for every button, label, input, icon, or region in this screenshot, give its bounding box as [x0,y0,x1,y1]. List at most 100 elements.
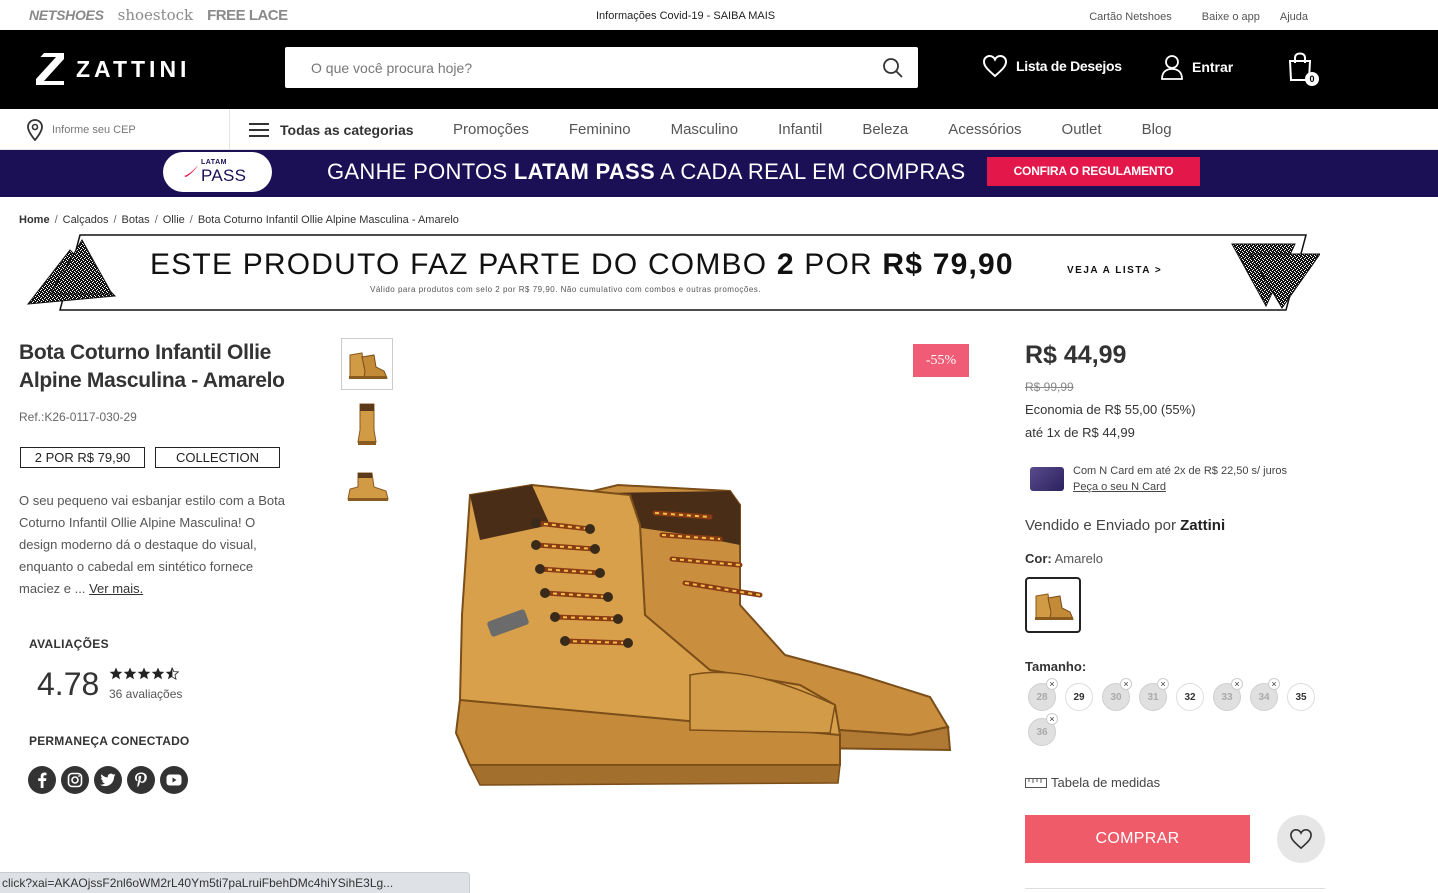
heart-icon [1290,829,1312,850]
size-option-28: 28 × [1028,678,1058,711]
nav-item-infantil[interactable]: Infantil [778,121,822,138]
brand-links: NETSHOES shoestock FREE LACE [29,6,288,24]
nav-item-promocoes[interactable]: Promoções [453,121,529,138]
pinterest-icon[interactable] [127,766,155,794]
breadcrumb-home[interactable]: Home [19,214,50,226]
product-ref: Ref.:K26-0117-030-29 [19,410,137,424]
star-icon [109,667,123,680]
size-option-label: 36 [1036,726,1048,738]
color-label-title: Cor: [1025,551,1052,566]
size-option-32[interactable]: 32 [1176,683,1204,711]
latam-logo-bottom: PASS [201,166,247,185]
combo-text-num: 2 [776,248,795,281]
size-chart-link[interactable]: Tabela de medidas [1025,775,1160,790]
main-header: ZATTINI Lista de Desejos Entrar 0 [0,30,1438,109]
size-chart-label: Tabela de medidas [1051,775,1161,790]
ncard-link[interactable]: Peça o seu N Card [1073,481,1166,493]
breadcrumb-current: Bota Coturno Infantil Ollie Alpine Mascu… [197,214,459,226]
breadcrumb-separator: / [54,214,58,226]
divider [1025,888,1325,889]
unavailable-x-icon: × [1046,678,1058,690]
baixe-app-link[interactable]: Baixe o app [1202,11,1260,23]
combo-banner[interactable]: ESTE PRODUTO FAZ PARTE DO COMBO 2 POR R$… [20,234,1320,314]
shoestock-link[interactable]: shoestock [118,6,194,24]
latam-text-bold: LATAM PASS [513,159,655,184]
size-option-35[interactable]: 35 [1287,683,1315,711]
product-thumbnail[interactable] [341,338,393,390]
instagram-icon[interactable] [61,766,89,794]
heart-icon [982,54,1008,78]
combo-text-before: ESTE PRODUTO FAZ PARTE DO COMBO [150,248,777,281]
all-categories-menu[interactable]: Todas as categorias [249,109,414,150]
size-option-29[interactable]: 29 [1065,683,1093,711]
combo-see-list-link[interactable]: VEJA A LISTA > [1067,265,1162,276]
favorite-button[interactable] [1277,815,1325,863]
breadcrumb-botas[interactable]: Botas [122,214,150,226]
buy-button[interactable]: COMPRAR [1025,815,1250,863]
ncard-offer: Com N Card em até 2x de R$ 22,50 s/ juro… [1030,463,1287,495]
breadcrumb-ollie[interactable]: Ollie [163,214,185,226]
seller-prefix: Vendido e Enviado por [1025,517,1181,534]
color-swatch-amarelo[interactable] [1025,577,1081,633]
see-more-link[interactable]: Ver mais. [89,581,143,596]
ajuda-link[interactable]: Ajuda [1280,11,1308,23]
collection-tag[interactable]: COLLECTION [155,447,280,468]
wishlist-label: Lista de Desejos [1016,58,1122,74]
search-icon[interactable] [882,57,904,79]
product-description: O seu pequeno vai esbanjar estilo com a … [19,490,289,600]
color-label: Cor: Amarelo [1025,551,1103,566]
social-links [28,766,188,794]
facebook-icon[interactable] [28,766,56,794]
freelace-link[interactable]: FREE LACE [207,7,288,24]
wishlist-button[interactable]: Lista de Desejos [982,54,1122,78]
category-nav: Informe seu CEP Todas as categorias Prom… [0,109,1438,150]
size-option-33: 33 × [1213,678,1243,711]
latam-pass-logo: LATAM PASS [163,152,272,192]
social-heading: PERMANEÇA CONECTADO [29,734,190,748]
nav-item-masculino[interactable]: Masculino [671,121,739,138]
size-option-label: 30 [1110,691,1122,703]
latam-text-after: A CADA REAL EM COMPRAS [654,159,966,184]
nav-item-outlet[interactable]: Outlet [1062,121,1102,138]
latam-regulation-button[interactable]: CONFIRA O REGULAMENTO [987,157,1200,186]
description-text: O seu pequeno vai esbanjar estilo com a … [19,493,285,596]
search-box [285,47,918,88]
nav-item-beleza[interactable]: Beleza [862,121,908,138]
nav-item-blog[interactable]: Blog [1142,121,1172,138]
product-thumbnails [341,338,393,512]
product-thumbnail[interactable] [341,399,393,451]
hamburger-icon [249,122,269,137]
size-options: 28 × 29 30 × 31 × 32 33 × 34 × 35 36 × [1028,678,1328,746]
netshoes-link[interactable]: NETSHOES [29,7,104,23]
zattini-logo[interactable]: ZATTINI [36,53,190,85]
rating-stars[interactable] [109,667,179,680]
breadcrumb-separator: / [154,214,158,226]
star-icon [137,667,151,680]
star-icon [151,667,165,680]
cartao-netshoes-link[interactable]: Cartão Netshoes [1089,11,1172,23]
cart-button[interactable]: 0 [1287,52,1319,86]
combo-tag[interactable]: 2 POR R$ 79,90 [20,447,145,468]
seller-name[interactable]: Zattini [1180,517,1225,534]
breadcrumb-calcados[interactable]: Calçados [63,214,109,226]
product-thumbnail[interactable] [341,460,393,512]
size-option-34: 34 × [1250,678,1280,711]
breadcrumb: Home / Calçados / Botas / Ollie / Bota C… [19,214,459,226]
twitter-icon[interactable] [94,766,122,794]
product-main-image[interactable] [440,465,960,810]
latam-text-before: GANHE PONTOS [327,159,514,184]
covid-notice-link[interactable]: Informações Covid-19 - SAIBA MAIS [596,10,775,22]
discount-badge: -55% [913,344,969,377]
nav-item-feminino[interactable]: Feminino [569,121,631,138]
cep-field[interactable]: Informe seu CEP [0,109,230,150]
ruler-icon [1025,777,1047,788]
cep-placeholder: Informe seu CEP [52,123,136,136]
latam-pass-banner[interactable]: LATAM PASS GANHE PONTOS LATAM PASS A CAD… [0,150,1438,197]
unavailable-x-icon: × [1268,678,1280,690]
youtube-icon[interactable] [160,766,188,794]
reviews-count[interactable]: 36 avaliações [109,687,182,701]
nav-item-acessorios[interactable]: Acessórios [948,121,1021,138]
cart-count-badge: 0 [1305,72,1319,86]
search-input[interactable] [285,47,865,88]
login-button[interactable]: Entrar [1160,54,1233,80]
